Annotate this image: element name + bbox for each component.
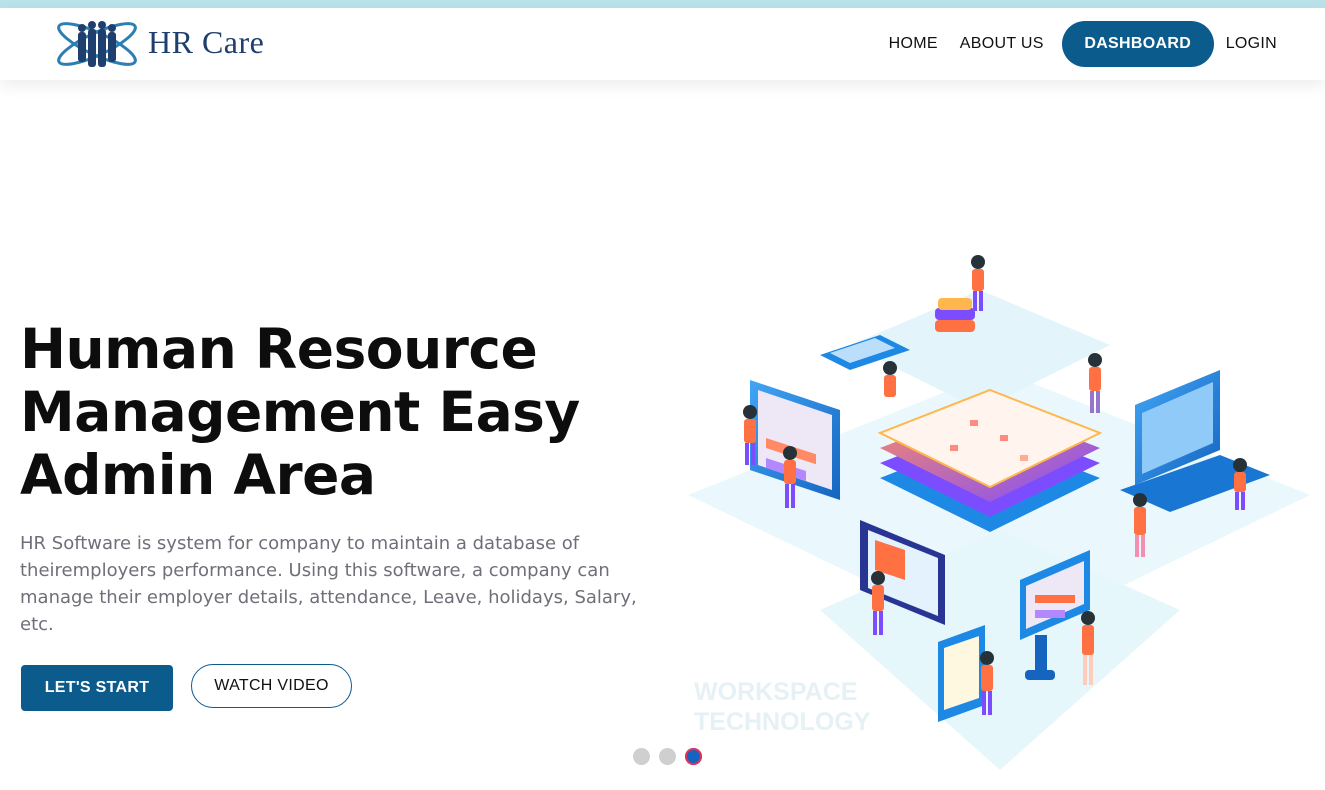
lets-start-button[interactable]: LET'S START — [21, 665, 173, 711]
hero-title: Human Resource Management Easy Admin Are… — [20, 317, 580, 507]
hero-description: HR Software is system for company to mai… — [20, 533, 637, 635]
people-globe-logo-icon[interactable] — [52, 14, 142, 74]
watch-video-button[interactable]: WATCH VIDEO — [191, 664, 352, 708]
watermark-line-1: WORKSPACE — [694, 678, 858, 706]
carousel-dot-2[interactable] — [659, 748, 676, 765]
nav-login-link[interactable]: LOGIN — [1226, 35, 1277, 53]
brand-name[interactable]: HR Care — [148, 24, 264, 61]
top-accent-strip — [0, 0, 1325, 8]
nav-home-link[interactable]: HOME — [889, 35, 938, 53]
watermark-line-2: TECHNOLOGY — [694, 708, 871, 736]
carousel-dot-3[interactable] — [685, 748, 702, 765]
carousel-indicators — [633, 748, 711, 765]
main-nav: HOME ABOUT US DASHBOARD LOGIN — [889, 20, 1277, 68]
navbar: HR Care HOME ABOUT US DASHBOARD LOGIN — [0, 8, 1325, 80]
nav-dashboard-button[interactable]: DASHBOARD — [1061, 21, 1214, 67]
nav-about-link[interactable]: ABOUT US — [960, 35, 1044, 53]
illustration-watermark: WORKSPACE TECHNOLOGY — [694, 677, 870, 737]
carousel-dot-1[interactable] — [633, 748, 650, 765]
